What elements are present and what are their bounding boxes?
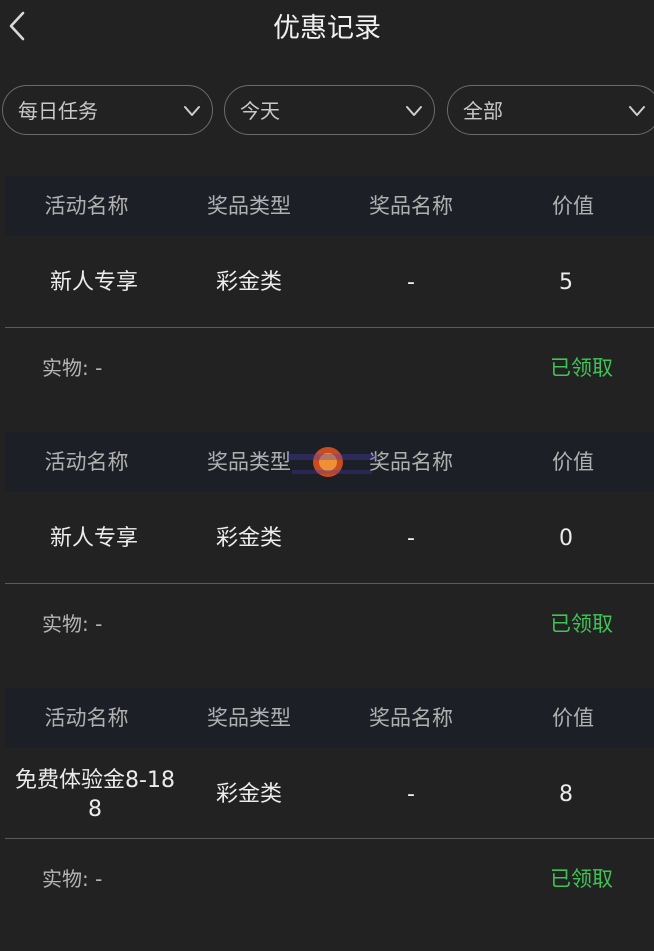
filter-task-type[interactable]: 每日任务 (2, 85, 213, 135)
header-value: 价值 (552, 450, 594, 474)
record-footer: 实物: - 已领取 (0, 328, 654, 408)
record-card: 活动名称 奖品类型 奖品名称 价值 免费体验金8-188 彩金类 - 8 实物:… (0, 688, 654, 928)
header-prize-name: 奖品名称 (369, 706, 453, 730)
cell-value: 0 (559, 526, 573, 551)
status-claimed: 已领取 (550, 612, 613, 636)
top-bar: 优惠记录 (0, 0, 654, 60)
physical-prize-label: 实物: - (42, 356, 103, 380)
header-prize-name: 奖品名称 (369, 194, 453, 218)
status-claimed: 已领取 (550, 867, 613, 891)
physical-prize-label: 实物: - (42, 612, 103, 636)
cell-activity-name: 新人专享 (49, 526, 138, 551)
header-prize-type: 奖品类型 (207, 194, 291, 218)
cell-prize-type: 彩金类 (215, 270, 282, 295)
chevron-down-icon (629, 106, 645, 116)
record-footer: 实物: - 已领取 (0, 839, 654, 919)
header-value: 价值 (552, 194, 594, 218)
record-card: 活动名称 奖品类型 奖品名称 价值 新人专享 彩金类 - 5 实物: - 已领取 (0, 176, 654, 416)
cell-prize-name: - (407, 270, 415, 295)
status-claimed: 已领取 (550, 356, 613, 380)
cell-prize-type: 彩金类 (215, 526, 282, 551)
filter-date-label: 今天 (240, 99, 280, 123)
filter-task-type-label: 每日任务 (18, 99, 98, 123)
record-data-row: 新人专享 彩金类 - 5 (5, 236, 654, 326)
physical-prize-label: 实物: - (42, 867, 103, 891)
header-value: 价值 (552, 706, 594, 730)
cell-prize-type: 彩金类 (215, 782, 282, 807)
header-activity-name: 活动名称 (44, 194, 129, 218)
record-footer: 实物: - 已领取 (0, 584, 654, 664)
chevron-down-icon (184, 106, 200, 116)
chevron-down-icon (406, 106, 422, 116)
header-activity-name: 活动名称 (44, 706, 129, 730)
record-header-row: 活动名称 奖品类型 奖品名称 价值 (5, 688, 654, 748)
cell-value: 5 (559, 270, 573, 295)
record-data-row: 免费体验金8-188 彩金类 - 8 (5, 748, 654, 838)
cell-prize-name: - (407, 526, 415, 551)
record-header-row: 活动名称 奖品类型 奖品名称 价值 (5, 176, 654, 236)
watermark-logo-icon (288, 444, 378, 484)
header-prize-type: 奖品类型 (207, 706, 291, 730)
page-title: 优惠记录 (273, 13, 381, 44)
filter-date[interactable]: 今天 (224, 85, 435, 135)
filter-bar: 每日任务 今天 全部 (0, 85, 654, 137)
cell-value: 8 (559, 782, 573, 807)
header-activity-name: 活动名称 (44, 450, 129, 474)
record-data-row: 新人专享 彩金类 - 0 (5, 492, 654, 582)
filter-status[interactable]: 全部 (447, 85, 654, 135)
cell-activity-name: 新人专享 (49, 270, 138, 295)
cell-activity-name: 免费体验金8-188 (15, 768, 175, 822)
cell-prize-name: - (407, 782, 415, 807)
filter-status-label: 全部 (463, 99, 503, 123)
